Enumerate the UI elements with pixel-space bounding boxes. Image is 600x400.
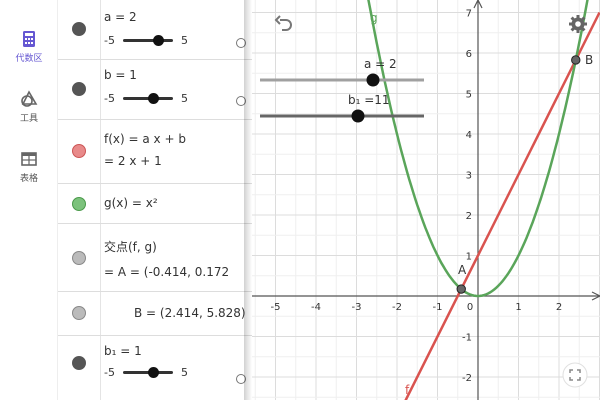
y-tick-label: 1: [466, 252, 472, 263]
row-separator: [100, 336, 101, 400]
algebra-row-b1[interactable]: b₁ = 1 -5 5: [58, 336, 252, 400]
graph-slider-a-knob[interactable]: [366, 73, 380, 87]
graph-slider-b1-knob[interactable]: [351, 109, 365, 123]
graph-canvas[interactable]: -5 -4 -3 -2 -1 0 1 27654321-1-2 gfABa = 2b₁ =11: [252, 0, 600, 400]
y-tick-label: 7: [466, 9, 472, 20]
slider-b1-definition[interactable]: b₁ = 1: [104, 344, 252, 358]
x-tick-label: -3: [352, 302, 362, 313]
graph-slider-a-label: a = 2: [364, 57, 397, 71]
slider-b1[interactable]: -5 5: [104, 362, 252, 382]
algebra-row-intersect[interactable]: 交点(f, g) = A = (-0.414, 0.172: [58, 224, 252, 292]
table-icon: [21, 152, 37, 166]
parabola-g[interactable]: [353, 0, 600, 298]
slider-b-knob[interactable]: [147, 92, 159, 104]
rail-label-tools: 工具: [19, 114, 38, 124]
slider-b1-min: -5: [104, 365, 115, 379]
rail-item-tools[interactable]: 工具: [0, 90, 58, 124]
row-content: b₁ = 1 -5 5: [104, 344, 252, 382]
slider-a[interactable]: -5 5: [104, 30, 252, 50]
slider-b1-max: 5: [180, 365, 188, 379]
rail-item-table[interactable]: 表格: [0, 150, 58, 184]
slider-b1-track[interactable]: [122, 366, 173, 378]
algebra-row-f[interactable]: f(x) = a x + b = 2 x + 1: [58, 120, 252, 184]
x-tick-label: -1: [433, 302, 443, 313]
x-tick-label: 1: [515, 302, 521, 313]
slider-b-track[interactable]: [122, 92, 173, 104]
row-separator: [100, 60, 101, 119]
point-label-B: B: [585, 53, 593, 67]
x-tick-label: 2: [556, 302, 562, 313]
slider-b-definition[interactable]: b = 1: [104, 68, 252, 82]
row-content: f(x) = a x + b = 2 x + 1: [104, 132, 252, 168]
f-definition[interactable]: f(x) = a x + b: [104, 132, 252, 146]
algebra-view: a = 2 -5 5 b = 1 -5 5 f(x) = a x + b = 2…: [58, 0, 252, 400]
axes: -5 -4 -3 -2 -1 0 1 2 7 6 5 4 3 2 1 -1 -2: [252, 0, 600, 400]
slider-a-min: -5: [104, 33, 115, 47]
row-separator: [100, 0, 101, 59]
fullscreen-icon[interactable]: [562, 362, 588, 388]
geogebra-app: 代数区 工具 表格 a = 2 -5 5 b = 1 -5 5 f(x) = a…: [0, 0, 600, 400]
visibility-toggle[interactable]: [72, 251, 86, 265]
row-content: b = 1 -5 5: [104, 68, 252, 108]
visibility-toggle[interactable]: [72, 197, 86, 211]
algebra-row-g[interactable]: g(x) = x²: [58, 184, 252, 224]
intersection-point-B[interactable]: [571, 55, 581, 65]
y-tick-label: 5: [466, 90, 472, 101]
y-tick-label: 3: [466, 171, 472, 182]
y-tick-label: 4: [466, 130, 472, 141]
point-b-value: B = (2.414, 5.828): [134, 306, 246, 320]
g-definition[interactable]: g(x) = x²: [104, 196, 252, 210]
rail-label-algebra: 代数区: [15, 54, 43, 64]
point-label-A: A: [458, 263, 467, 277]
calculator-icon: [23, 31, 35, 47]
row-separator: [100, 120, 101, 183]
gear-icon[interactable]: [568, 14, 588, 34]
x-tick-label: -2: [392, 302, 402, 313]
algebra-row-a[interactable]: a = 2 -5 5: [58, 0, 252, 60]
row-separator: [100, 224, 101, 291]
rail-item-algebra[interactable]: 代数区: [0, 30, 58, 64]
y-tick-label: -2: [462, 373, 472, 384]
intersect-definition[interactable]: 交点(f, g): [104, 238, 252, 255]
algebra-row-B[interactable]: B = (2.414, 5.828): [58, 292, 252, 336]
slider-a-track[interactable]: [122, 34, 173, 46]
x-tick-label: -4: [311, 302, 321, 313]
y-tick-label: 6: [466, 49, 472, 60]
f-value: = 2 x + 1: [104, 154, 162, 168]
visibility-toggle[interactable]: [72, 82, 86, 96]
slider-b-max: 5: [180, 91, 188, 105]
shapes-icon: [21, 90, 38, 107]
slider-a-definition[interactable]: a = 2: [104, 10, 252, 24]
row-content: 交点(f, g) = A = (-0.414, 0.172: [104, 238, 252, 279]
row-separator: [100, 292, 101, 335]
slider-b-min: -5: [104, 91, 115, 105]
y-tick-label: -1: [462, 333, 472, 344]
curve-label-g: g: [370, 11, 378, 25]
visibility-toggle[interactable]: [72, 22, 86, 36]
y-tick-label: 2: [466, 211, 472, 222]
slider-a-max: 5: [180, 33, 188, 47]
x-tick-label: 0: [467, 302, 473, 313]
slider-a-knob[interactable]: [152, 34, 164, 46]
grid: [252, 0, 600, 400]
graphics-sliders[interactable]: [260, 73, 424, 123]
panel-shadow: [244, 0, 252, 400]
row-content: a = 2 -5 5: [104, 10, 252, 50]
graphics-view[interactable]: -5 -4 -3 -2 -1 0 1 2 7 6 5 4 3 2 1 -1 -2 gfABa = 2 b₁ =11: [252, 0, 600, 400]
undo-icon[interactable]: [274, 14, 294, 34]
tool-rail: 代数区 工具 表格: [0, 0, 58, 400]
rail-label-table: 表格: [19, 174, 38, 184]
graph-slider-b1-label: b₁ =11: [348, 93, 390, 107]
visibility-toggle[interactable]: [72, 306, 86, 320]
intersection-point-A[interactable]: [456, 284, 466, 294]
x-tick-label: -5: [271, 302, 281, 313]
algebra-row-b[interactable]: b = 1 -5 5: [58, 60, 252, 120]
slider-b[interactable]: -5 5: [104, 88, 252, 108]
slider-b1-knob[interactable]: [147, 366, 159, 378]
row-separator: [100, 184, 101, 223]
visibility-toggle[interactable]: [72, 144, 86, 158]
intersect-value-a: = A = (-0.414, 0.172: [104, 265, 230, 279]
visibility-toggle[interactable]: [72, 356, 86, 370]
